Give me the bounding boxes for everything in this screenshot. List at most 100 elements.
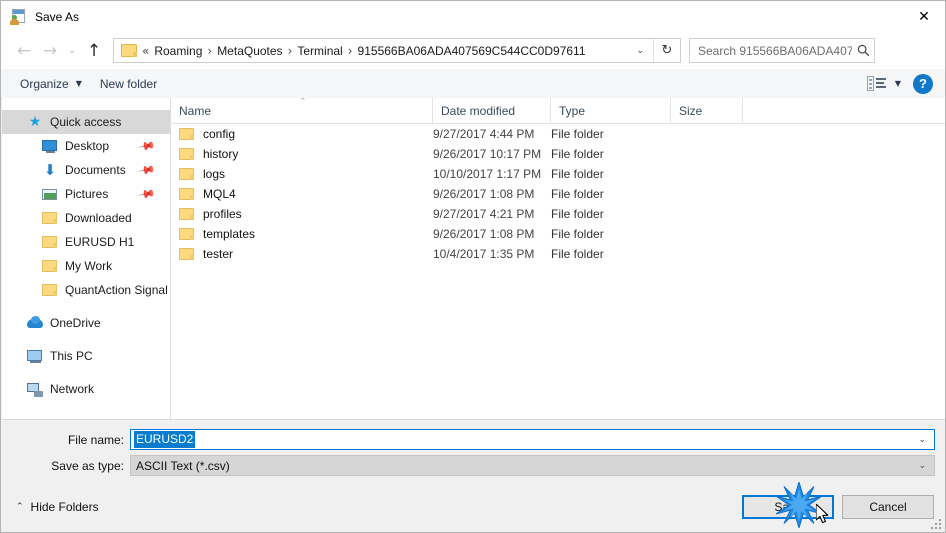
type-cell: File folder (551, 147, 604, 161)
sidebar-item-my-work[interactable]: My Work (2, 254, 170, 278)
sidebar-item-label: EURUSD H1 (65, 235, 135, 249)
date-modified-cell: 9/27/2017 4:44 PM (433, 127, 535, 141)
sidebar-item-label: Downloaded (65, 211, 132, 225)
help-icon[interactable]: ? (913, 73, 933, 94)
breadcrumb-separator: › (347, 43, 353, 58)
folder-icon (179, 208, 194, 220)
sidebar-item-quick-access[interactable]: ★ Quick access (2, 110, 170, 134)
search-icon (852, 44, 874, 57)
save-as-type-select[interactable]: ASCII Text (*.csv) ⌄ (130, 455, 935, 476)
navigation-bar: ← → ⌄ ↑ « Roaming › MetaQuotes › Termina… (1, 32, 945, 69)
pin-icon[interactable]: 📌 (138, 185, 157, 204)
folder-icon (42, 258, 58, 274)
folder-icon (179, 168, 194, 180)
sidebar-item-documents[interactable]: ⬇ Documents 📌 (2, 158, 170, 182)
close-icon[interactable]: ✕ (901, 1, 945, 32)
table-row[interactable]: logs 10/10/2017 1:17 PM File folder (171, 164, 945, 184)
file-name-cell: tester (171, 247, 433, 261)
sidebar-item-label: My Work (65, 259, 113, 273)
breadcrumb-overflow[interactable]: « (137, 44, 154, 58)
folder-icon (42, 210, 58, 226)
search-box[interactable]: Search 915566BA06ADA40756... (689, 38, 875, 63)
folder-icon (179, 188, 194, 200)
column-header-size[interactable]: Size (671, 98, 743, 123)
file-name-label: MQL4 (203, 187, 236, 201)
refresh-icon[interactable]: ↻ (653, 39, 680, 62)
save-as-dialog: Save As ✕ ← → ⌄ ↑ « Roaming › MetaQuotes… (0, 0, 946, 533)
table-row[interactable]: templates 9/26/2017 1:08 PM File folder (171, 224, 945, 244)
folder-icon (179, 228, 194, 240)
pin-icon[interactable]: 📌 (138, 137, 157, 156)
type-cell: File folder (551, 207, 604, 221)
sidebar-item-this-pc[interactable]: This PC (2, 344, 170, 368)
table-row[interactable]: config 9/27/2017 4:44 PM File folder (171, 124, 945, 144)
column-header-date-modified[interactable]: Date modified (433, 98, 551, 123)
file-name-label: history (203, 147, 239, 161)
date-modified-cell: 10/10/2017 1:17 PM (433, 167, 542, 181)
save-as-type-row: Save as type: ASCII Text (*.csv) ⌄ (2, 455, 945, 476)
resize-grip[interactable] (931, 519, 942, 530)
file-name-value: EURUSD2 (134, 431, 196, 448)
type-cell: File folder (551, 247, 604, 261)
breadcrumb-metaquotes[interactable]: MetaQuotes (217, 44, 282, 58)
pin-icon[interactable]: 📌 (138, 161, 157, 180)
file-name-cell: history (171, 147, 433, 161)
sidebar-item-pictures[interactable]: Pictures 📌 (2, 182, 170, 206)
sidebar-item-label: Desktop (65, 139, 110, 153)
column-header-name[interactable]: ⌃ Name (171, 98, 433, 123)
title-bar: Save As ✕ (1, 1, 945, 32)
table-row[interactable]: profiles 9/27/2017 4:21 PM File folder (171, 204, 945, 224)
picture-icon (42, 186, 58, 202)
chevron-down-icon[interactable]: ⌄ (918, 461, 926, 471)
sidebar-item-quantaction-signal[interactable]: QuantAction Signal (2, 278, 170, 302)
sidebar-item-network[interactable]: Network (2, 377, 170, 401)
cancel-button[interactable]: Cancel (842, 495, 934, 519)
forward-button[interactable]: → (37, 37, 63, 65)
type-cell: File folder (551, 227, 604, 241)
chevron-down-icon[interactable]: ▼ (895, 79, 901, 88)
file-name-cell: profiles (171, 207, 433, 221)
sidebar-item-desktop[interactable]: Desktop 📌 (2, 134, 170, 158)
new-folder-button[interactable]: New folder (91, 72, 166, 95)
file-list-pane: ⌃ Name Date modified Type Size config 9/… (171, 98, 945, 419)
save-button[interactable]: Save (742, 495, 834, 519)
folder-icon (179, 148, 194, 160)
table-row[interactable]: MQL4 9/26/2017 1:08 PM File folder (171, 184, 945, 204)
sidebar-item-label: This PC (50, 349, 93, 363)
breadcrumb-separator: › (287, 43, 293, 58)
breadcrumb-terminal[interactable]: Terminal (297, 44, 342, 58)
chevron-down-icon[interactable]: ⌄ (918, 435, 926, 445)
file-name-input[interactable]: EURUSD2 ⌄ (130, 429, 935, 450)
breadcrumb-roaming[interactable]: Roaming (154, 44, 202, 58)
folder-icon (179, 248, 194, 260)
file-name-cell: logs (171, 167, 433, 181)
up-button[interactable]: ↑ (81, 37, 107, 65)
search-input[interactable]: Search 915566BA06ADA40756... (698, 44, 852, 58)
sidebar-item-label: QuantAction Signal (65, 283, 168, 297)
address-bar[interactable]: « Roaming › MetaQuotes › Terminal › 9155… (113, 38, 681, 63)
recent-locations-button[interactable]: ⌄ (63, 37, 81, 65)
column-header-type[interactable]: Type (551, 98, 671, 123)
file-name-label: profiles (203, 207, 242, 221)
table-row[interactable]: history 9/26/2017 10:17 PM File folder (171, 144, 945, 164)
type-cell: File folder (551, 167, 604, 181)
chevron-down-icon[interactable]: ⌄ (630, 46, 653, 56)
sidebar-item-downloaded[interactable]: Downloaded (2, 206, 170, 230)
sidebar-item-onedrive[interactable]: OneDrive (2, 311, 170, 335)
sidebar-item-eurusd-h1[interactable]: EURUSD H1 (2, 230, 170, 254)
file-name-label: templates (203, 227, 256, 241)
view-options-icon[interactable] (866, 76, 887, 91)
breadcrumb-terminal-id[interactable]: 915566BA06ADA407569C544CC0D97611 (358, 44, 586, 58)
cloud-icon (27, 315, 43, 331)
hide-folders-button[interactable]: ⌃ Hide Folders (16, 500, 99, 514)
window-title: Save As (35, 9, 80, 24)
table-row[interactable]: tester 10/4/2017 1:35 PM File folder (171, 244, 945, 264)
star-icon: ★ (28, 114, 42, 130)
back-button[interactable]: ← (11, 37, 37, 65)
organize-label: Organize (20, 76, 69, 91)
date-modified-cell: 9/26/2017 1:08 PM (433, 227, 535, 241)
network-icon (27, 381, 43, 397)
file-name-row: File name: EURUSD2 ⌄ (2, 429, 945, 450)
organize-button[interactable]: Organize ▼ (11, 72, 91, 95)
navigation-pane: ★ Quick access Desktop 📌 ⬇ Documents 📌 P… (2, 98, 171, 419)
